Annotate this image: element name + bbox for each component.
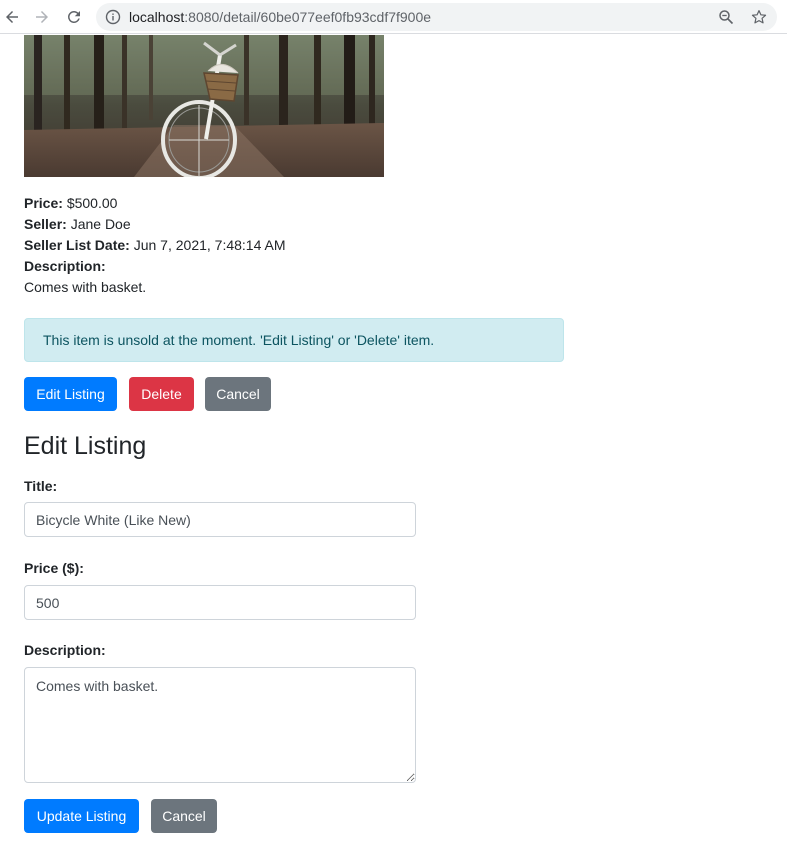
title-input[interactable] — [24, 502, 416, 537]
url-text[interactable]: localhost:8080/detail/60be077eef0fb93cdf… — [129, 8, 431, 26]
back-arrow-icon[interactable] — [0, 5, 24, 29]
price-label: Price: — [24, 195, 63, 211]
list-date-row: Seller List Date: Jun 7, 2021, 7:48:14 A… — [24, 235, 584, 256]
update-listing-button[interactable]: Update Listing — [24, 799, 139, 833]
list-date-label: Seller List Date: — [24, 237, 130, 253]
url-host: localhost — [129, 9, 185, 25]
browser-toolbar: localhost:8080/detail/60be077eef0fb93cdf… — [0, 0, 787, 34]
description-value: Comes with basket. — [24, 279, 147, 295]
unsold-alert: This item is unsold at the moment. 'Edit… — [24, 318, 564, 362]
address-bar[interactable]: localhost:8080/detail/60be077eef0fb93cdf… — [96, 3, 777, 31]
price-input[interactable] — [24, 585, 416, 620]
title-label: Title: — [24, 478, 58, 494]
description-label: Description: — [24, 258, 106, 274]
edit-listing-button[interactable]: Edit Listing — [24, 377, 117, 411]
price-row: Price: $500.00 — [24, 193, 584, 214]
forward-arrow-icon[interactable] — [30, 5, 54, 29]
cancel-button[interactable]: Cancel — [205, 377, 271, 411]
description-textarea[interactable]: Comes with basket. — [24, 667, 416, 783]
reload-icon[interactable] — [62, 5, 86, 29]
zoom-icon[interactable] — [718, 9, 734, 25]
seller-value: Jane Doe — [70, 216, 131, 232]
url-path: :8080/detail/60be077eef0fb93cdf7f900e — [184, 9, 432, 25]
star-icon[interactable] — [750, 8, 768, 26]
seller-label: Seller: — [24, 216, 67, 232]
listing-photo — [24, 35, 384, 177]
delete-button[interactable]: Delete — [129, 377, 194, 411]
listing-details: Price: $500.00 Seller: Jane Doe Seller L… — [24, 193, 584, 298]
description-row: Description: — [24, 256, 584, 277]
price-input-label: Price ($): — [24, 560, 84, 576]
price-value: $500.00 — [66, 195, 118, 211]
info-icon[interactable] — [105, 9, 121, 25]
form-cancel-button[interactable]: Cancel — [151, 799, 217, 833]
list-date-value: Jun 7, 2021, 7:48:14 AM — [133, 237, 286, 253]
description-input-label: Description: — [24, 642, 106, 658]
edit-listing-heading: Edit Listing — [24, 432, 147, 460]
seller-row: Seller: Jane Doe — [24, 214, 584, 235]
